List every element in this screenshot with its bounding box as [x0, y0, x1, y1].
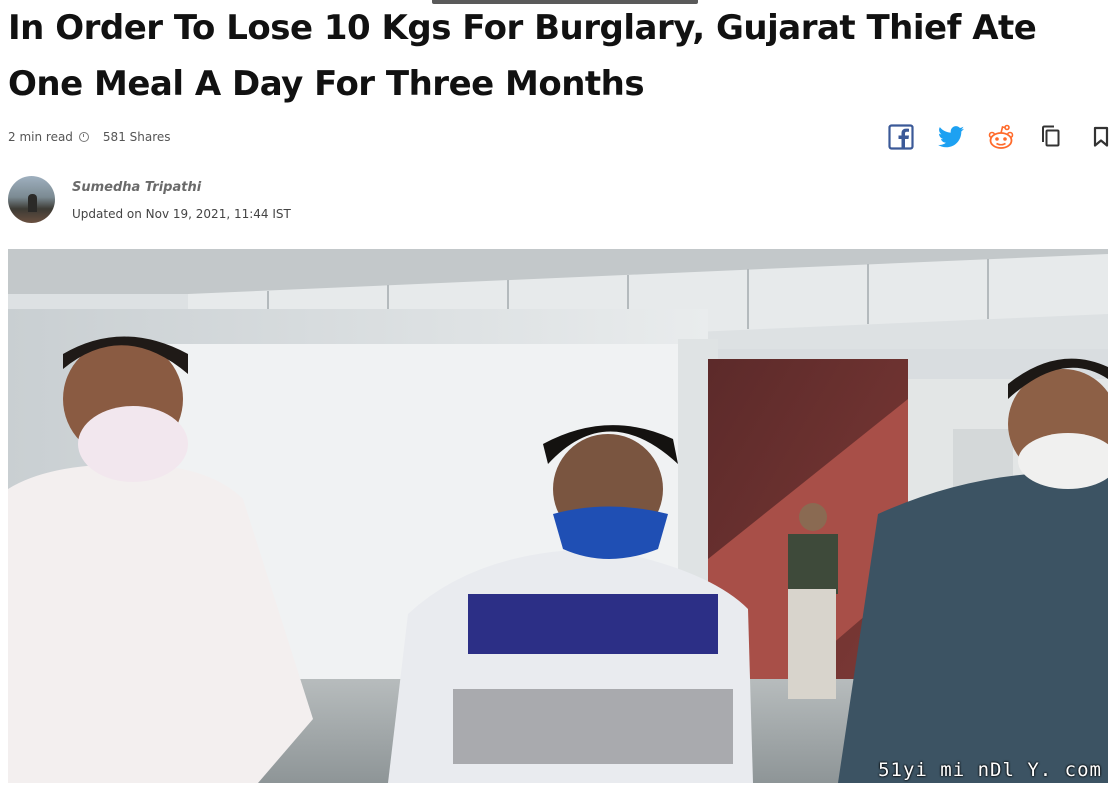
- reddit-icon: [988, 124, 1014, 149]
- twitter-icon: [938, 126, 964, 148]
- article-meta: 2 min read 581 Shares: [8, 130, 171, 144]
- headline-line-2: One Meal A Day For Three Months: [8, 64, 645, 104]
- image-watermark: 51yi mi nDl Y. com: [878, 759, 1102, 781]
- author-name[interactable]: Sumedha Tripathi: [72, 180, 291, 195]
- read-time: 2 min read: [8, 130, 73, 144]
- headline-line-1: In Order To Lose 10 Kgs For Burglary, Gu…: [8, 8, 1037, 48]
- share-count: 581 Shares: [102, 130, 171, 144]
- facebook-icon: [888, 124, 914, 150]
- twitter-share-button[interactable]: [934, 122, 968, 152]
- copy-icon: [1042, 125, 1060, 147]
- author-avatar[interactable]: [8, 176, 55, 223]
- reddit-share-button[interactable]: [984, 122, 1018, 152]
- hero-photo: [8, 249, 1108, 783]
- bookmark-button[interactable]: [1084, 122, 1114, 152]
- facebook-share-button[interactable]: [884, 122, 918, 152]
- article-headline: In Order To Lose 10 Kgs For Burglary, Gu…: [8, 0, 1098, 112]
- hero-image: 51yi mi nDl Y. com: [8, 249, 1108, 783]
- copy-link-button[interactable]: [1034, 122, 1068, 152]
- clock-icon: [78, 132, 89, 142]
- bookmark-icon: [1093, 126, 1109, 147]
- share-toolbar: [884, 122, 1114, 152]
- author-block: Sumedha Tripathi Updated on Nov 19, 2021…: [8, 176, 291, 223]
- updated-timestamp: Updated on Nov 19, 2021, 11:44 IST: [72, 207, 291, 221]
